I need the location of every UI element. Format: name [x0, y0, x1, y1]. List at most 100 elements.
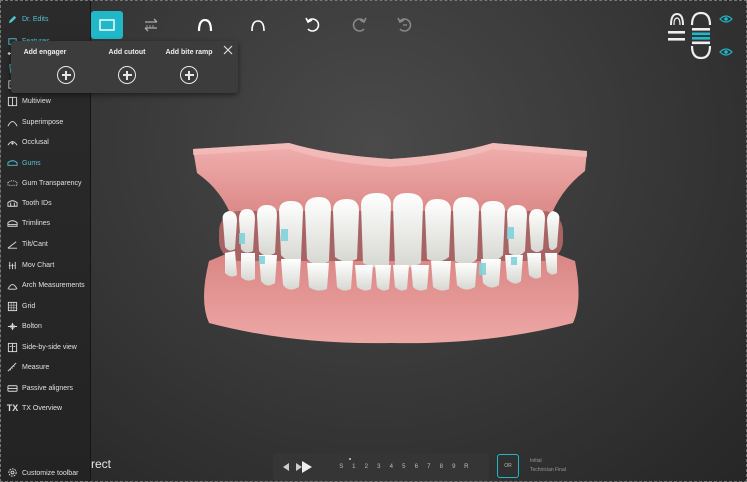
- step-5[interactable]: 5: [398, 464, 411, 470]
- sidebar-item-trimlines[interactable]: Trimlines: [7, 215, 91, 231]
- gums-icon: [7, 158, 18, 169]
- sidebar-item-mov-chart[interactable]: Mov Chart: [7, 257, 91, 273]
- pencil-icon: [7, 14, 18, 25]
- lower-arch-outline[interactable]: [690, 45, 712, 60]
- bolton-icon: [7, 321, 18, 332]
- trimlines-icon: [7, 218, 18, 229]
- step-4[interactable]: 4: [385, 464, 398, 470]
- sidebar-item-side-by-side[interactable]: Side-by-side view: [7, 339, 91, 355]
- step-1[interactable]: 1: [348, 464, 361, 470]
- tilt-icon: [7, 239, 18, 250]
- sidebar-item-bolton[interactable]: Bolton: [7, 318, 91, 334]
- attachment-popup: Add engager Add cutout Add bite ramp: [11, 41, 238, 93]
- sidebar-item-label: Grid: [22, 302, 36, 310]
- customize-toolbar-button[interactable]: Customize toolbar: [7, 467, 78, 480]
- dental-model-3d[interactable]: [189, 141, 593, 347]
- step-9[interactable]: 9: [448, 464, 461, 470]
- case-title: rect: [91, 457, 112, 471]
- lower-arch-icon: [251, 20, 265, 32]
- multiview-icon: [7, 96, 18, 107]
- grid-icon: [7, 301, 18, 312]
- jaw-visibility-selector[interactable]: [668, 11, 738, 61]
- sidebar-item-occlusal[interactable]: Occlusal: [7, 134, 91, 150]
- close-icon[interactable]: [223, 45, 233, 55]
- sidebar-item-label: Side-by-side view: [22, 343, 77, 351]
- add-cutout-button[interactable]: [118, 66, 136, 84]
- customize-toolbar-label: Customize toolbar: [22, 470, 79, 477]
- sidebar-item-tilt-cant[interactable]: Tilt/Cant: [7, 236, 91, 252]
- sidebar-item-label: Measure: [22, 363, 50, 371]
- step-forward-icon: [296, 463, 302, 471]
- sidebar-item-grid[interactable]: Grid: [7, 298, 91, 314]
- sidebar-item-label: Arch Measurements: [22, 281, 85, 289]
- reset-button[interactable]: [389, 11, 421, 39]
- sidebar-item-gum-transparency[interactable]: Gum Transparency: [7, 175, 91, 191]
- upper-arch-icon: [197, 18, 213, 32]
- rectangle-icon: [99, 19, 115, 31]
- redo-icon: [352, 17, 367, 32]
- sidebar-item-label: Mov Chart: [22, 261, 55, 269]
- sidebar-item-measure[interactable]: Measure: [7, 359, 91, 375]
- sidebar-item-label: Passive aligners: [22, 384, 73, 392]
- add-bite-ramp-button[interactable]: [180, 66, 198, 84]
- add-bite-ramp-label: Add bite ramp: [165, 49, 213, 56]
- sidebar-item-label: Gum Transparency: [22, 179, 82, 187]
- ruler-icon: [7, 362, 18, 373]
- sidebar-item-superimpose[interactable]: Superimpose: [7, 114, 91, 130]
- sidebar-item-gums[interactable]: Gums: [7, 155, 91, 171]
- step-2[interactable]: 2: [360, 464, 373, 470]
- add-engager-label: Add engager: [23, 49, 67, 56]
- undo-button[interactable]: [297, 11, 329, 39]
- step-7[interactable]: 7: [423, 464, 436, 470]
- rectangle-view-button[interactable]: [91, 11, 123, 39]
- app-window: Dr. Edits Features Multiview Superimpose…: [0, 0, 747, 482]
- sidebar-item-tx-overview[interactable]: TX TX Overview: [7, 400, 91, 416]
- sidebar-item-tooth-ids[interactable]: Tooth IDs: [7, 195, 91, 211]
- aligner-icon: [7, 383, 18, 394]
- step-3[interactable]: 3: [373, 464, 386, 470]
- upper-arch-button[interactable]: [189, 11, 221, 39]
- sidebar-item-label: Tooth IDs: [22, 199, 52, 207]
- sidebar-item-label: TX Overview: [22, 404, 63, 412]
- sidebar-item-label: Trimlines: [22, 219, 51, 227]
- side-by-side-icon: [7, 342, 18, 353]
- sidebar-item-label: Dr. Edits: [22, 15, 49, 23]
- upper-arch-outline[interactable]: [690, 11, 712, 26]
- sidebar-item-multiview[interactable]: Multiview: [7, 93, 91, 109]
- upper-jaw-icon[interactable]: [670, 12, 684, 26]
- sidebar-item-passive-aligners[interactable]: Passive aligners: [7, 380, 91, 396]
- arch-icon: [7, 280, 18, 291]
- add-cutout-label: Add cutout: [108, 49, 146, 56]
- sidebar-item-label: Superimpose: [22, 118, 64, 126]
- sidebar-item-arch-measurements[interactable]: Arch Measurements: [7, 277, 91, 293]
- gear-icon: [7, 467, 18, 480]
- eye-icon[interactable]: [719, 48, 733, 56]
- stage-timeline: S 1 2 3 4 5 6 7 8 9 R: [273, 453, 489, 481]
- undo-icon: [305, 17, 320, 32]
- stage-initial-label: Initial: [530, 458, 542, 464]
- eye-icon[interactable]: [719, 15, 733, 23]
- step-8[interactable]: 8: [435, 464, 448, 470]
- sidebar-item-label: Tilt/Cant: [22, 240, 48, 248]
- sidebar-item-label: Bolton: [22, 322, 42, 330]
- tx-icon: TX: [6, 403, 19, 413]
- step-6[interactable]: 6: [410, 464, 423, 470]
- swap-button[interactable]: [135, 11, 167, 39]
- gum-transparency-icon: [7, 178, 18, 189]
- chart-icon: [7, 260, 18, 271]
- lower-arch-button[interactable]: [242, 11, 274, 39]
- step-back-icon: [283, 463, 289, 471]
- stage-steps: S 1 2 3 4 5 6 7 8 9 R: [335, 458, 473, 470]
- playback-controls[interactable]: [281, 460, 325, 474]
- step-r[interactable]: R: [460, 464, 473, 470]
- occlusal-icon: [7, 137, 18, 148]
- sidebar-item-dr-edits[interactable]: Dr. Edits: [7, 11, 91, 27]
- add-engager-button[interactable]: [57, 66, 75, 84]
- stage-final-label: Technician Final: [530, 467, 566, 473]
- stage-compare-toggle[interactable]: OR: [497, 454, 519, 478]
- swap-icon: [144, 18, 158, 32]
- step-s[interactable]: S: [335, 464, 348, 470]
- sidebar-item-label: Gums: [22, 159, 41, 167]
- redo-button[interactable]: [343, 11, 375, 39]
- sidebar-item-label: Multiview: [22, 97, 51, 105]
